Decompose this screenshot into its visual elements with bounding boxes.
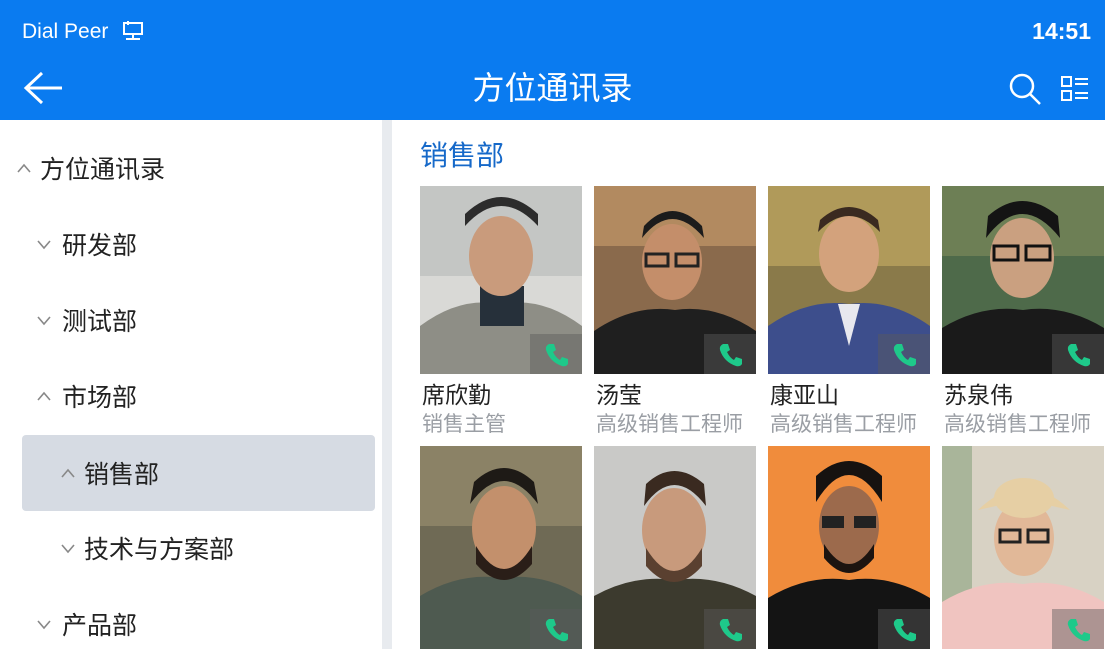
call-button[interactable]	[530, 334, 582, 374]
contact-name: 康亚山	[770, 383, 839, 409]
call-button[interactable]	[704, 334, 756, 374]
contact-photo	[942, 446, 1104, 649]
department-heading: 销售部	[420, 139, 505, 172]
app-header: Dial Peer 14:51 方位通讯录	[0, 0, 1105, 120]
contact-name: 汤莹	[596, 383, 642, 409]
call-button[interactable]	[878, 334, 930, 374]
department-tree: 方位通讯录 研发部 测试部 市场部 销售部 技术与方案部 产品部	[0, 120, 382, 649]
chevron-down-icon	[37, 620, 51, 630]
network-icon	[123, 21, 143, 40]
chevron-up-icon	[37, 391, 51, 401]
tree-item-root[interactable]: 方位通讯录	[0, 134, 382, 208]
page-title: 方位通讯录	[472, 69, 633, 107]
phone-icon	[1067, 619, 1090, 642]
chevron-down-icon	[37, 240, 51, 250]
contact-photo	[768, 446, 930, 649]
contact-photo	[594, 186, 756, 374]
phone-icon	[893, 619, 916, 642]
tree-item-rnd[interactable]: 研发部	[0, 210, 382, 284]
tree-item-label: 测试部	[62, 307, 138, 336]
tree-item-solutions[interactable]: 技术与方案部	[0, 514, 382, 588]
phone-icon	[1067, 344, 1090, 367]
contact-name: 席欣勤	[422, 383, 491, 409]
contact-title: 销售主管	[422, 412, 506, 436]
call-button[interactable]	[530, 609, 582, 649]
contact-photo	[768, 186, 930, 374]
chevron-up-icon	[61, 468, 75, 478]
status-bar: Dial Peer 14:51	[0, 0, 1105, 60]
carrier-label: Dial Peer	[22, 20, 109, 43]
call-button[interactable]	[1052, 609, 1104, 649]
tree-item-label: 产品部	[62, 611, 138, 640]
phone-icon	[545, 344, 568, 367]
phone-icon	[545, 619, 568, 642]
tree-item-marketing[interactable]: 市场部	[0, 362, 382, 436]
contact-name: 苏泉伟	[944, 383, 1013, 409]
tree-item-label: 市场部	[62, 383, 138, 412]
tree-item-label: 销售部	[84, 460, 160, 489]
contact-panel: 销售部 席欣勤 销售主管 汤莹 高级销售工程师 康亚山 高级销售工程师 苏泉伟 …	[392, 120, 1105, 649]
call-button[interactable]	[878, 609, 930, 649]
chevron-down-icon	[61, 544, 75, 554]
contact-title: 高级销售工程师	[944, 412, 1091, 436]
tree-item-product[interactable]: 产品部	[0, 590, 382, 664]
status-time: 14:51	[1032, 18, 1091, 44]
phone-icon	[719, 619, 742, 642]
tree-item-testing[interactable]: 测试部	[0, 286, 382, 360]
contact-title: 高级销售工程师	[596, 412, 743, 436]
chevron-up-icon	[17, 163, 31, 173]
call-button[interactable]	[704, 609, 756, 649]
contact-photo	[594, 446, 756, 649]
contact-photo	[420, 186, 582, 374]
contact-photo	[942, 186, 1104, 374]
chevron-down-icon	[37, 316, 51, 326]
search-icon[interactable]	[1008, 72, 1042, 106]
contact-title: 高级销售工程师	[770, 412, 917, 436]
tree-item-sales[interactable]: 销售部	[0, 435, 382, 511]
tree-item-label: 研发部	[62, 231, 138, 260]
list-view-icon[interactable]	[1061, 74, 1089, 104]
phone-icon	[719, 344, 742, 367]
panel-divider[interactable]	[382, 120, 392, 649]
call-button[interactable]	[1052, 334, 1104, 374]
tree-item-label: 方位通讯录	[40, 155, 166, 184]
contact-photo	[420, 446, 582, 649]
tree-item-label: 技术与方案部	[84, 535, 235, 564]
phone-icon	[893, 344, 916, 367]
